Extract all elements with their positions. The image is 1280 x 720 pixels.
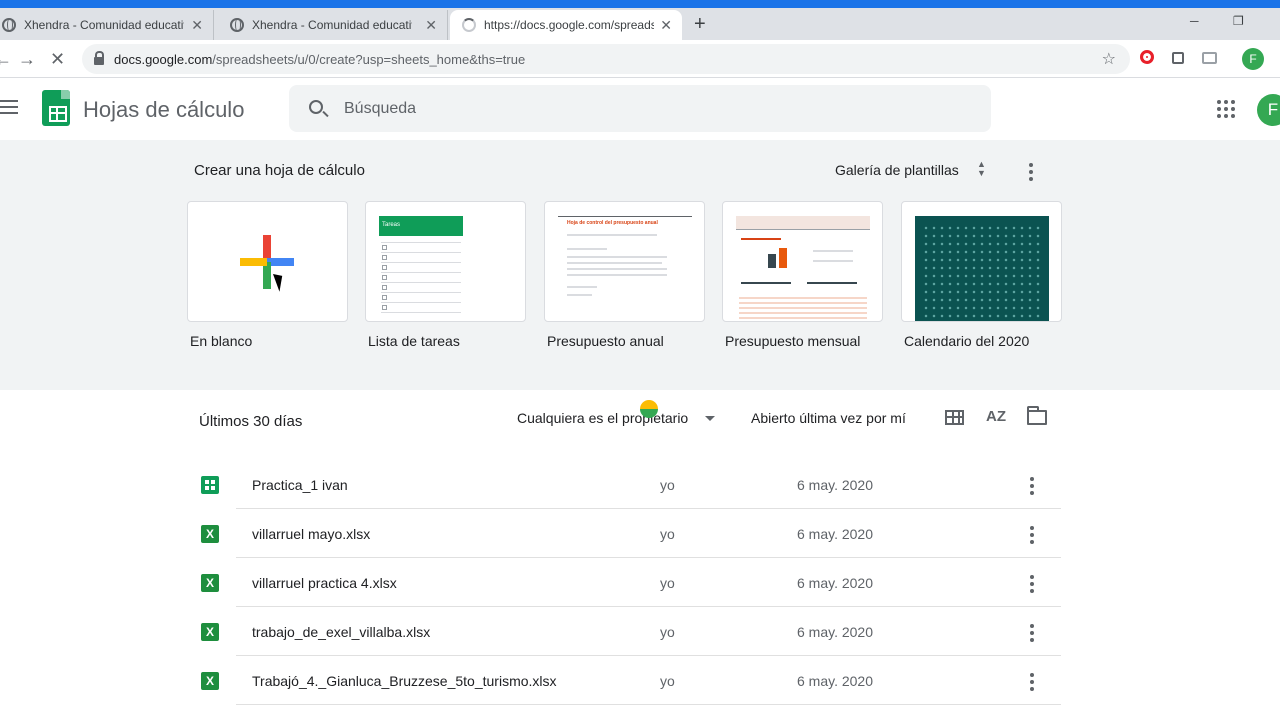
globe-icon bbox=[230, 18, 244, 32]
forward-icon[interactable]: → bbox=[18, 49, 36, 70]
file-row[interactable]: X Trabajó_4._Gianluca_Bruzzese_5to_turis… bbox=[201, 656, 1061, 705]
template-task-list[interactable]: Tareas bbox=[365, 201, 526, 322]
close-icon[interactable]: ✕ bbox=[660, 17, 672, 34]
url-path: /spreadsheets/u/0/create?usp=sheets_home… bbox=[212, 51, 526, 67]
file-more-icon[interactable] bbox=[1030, 673, 1034, 691]
browser-profile-avatar[interactable]: F bbox=[1242, 48, 1264, 70]
file-more-icon[interactable] bbox=[1030, 477, 1034, 495]
sheets-logo-icon[interactable] bbox=[42, 90, 70, 126]
file-row[interactable]: X villarruel practica 4.xlsx yo 6 may. 2… bbox=[201, 558, 1061, 607]
excel-file-icon: X bbox=[201, 574, 219, 592]
search-icon[interactable] bbox=[309, 100, 323, 114]
file-owner: yo bbox=[660, 575, 675, 591]
template-more-icon[interactable] bbox=[1029, 163, 1033, 181]
file-more-icon[interactable] bbox=[1030, 624, 1034, 642]
template-label[interactable]: Calendario del 2020 bbox=[904, 333, 1029, 349]
address-bar[interactable]: docs.google.com /spreadsheets/u/0/create… bbox=[82, 44, 1130, 74]
extension-icon[interactable] bbox=[1172, 52, 1184, 64]
loading-indicator-icon bbox=[640, 400, 658, 418]
browser-tab[interactable]: Xhendra - Comunidad educativa ✕ bbox=[222, 10, 448, 40]
browser-tab-active[interactable]: https://docs.google.com/spreadsheets ✕ bbox=[450, 10, 682, 40]
apps-grid-icon[interactable] bbox=[1217, 100, 1235, 118]
file-name[interactable]: villarruel mayo.xlsx bbox=[252, 526, 370, 542]
excel-file-icon: X bbox=[201, 623, 219, 641]
grid-view-icon[interactable] bbox=[945, 410, 964, 425]
file-more-icon[interactable] bbox=[1030, 526, 1034, 544]
sort-az-icon[interactable]: AZ bbox=[986, 408, 1006, 425]
excel-file-icon: X bbox=[201, 672, 219, 690]
thumb-title: Hoja de control del presupuesto anual bbox=[567, 220, 658, 226]
tab-title: Xhendra - Comunidad educativa bbox=[24, 18, 184, 32]
search-input[interactable] bbox=[344, 85, 944, 132]
file-row[interactable]: Practica_1 ivan yo 6 may. 2020 bbox=[201, 460, 1061, 509]
recent-section-title: Últimos 30 días bbox=[199, 413, 303, 430]
file-name[interactable]: Practica_1 ivan bbox=[252, 477, 348, 493]
search-box[interactable] bbox=[289, 85, 991, 132]
template-label[interactable]: Presupuesto anual bbox=[547, 333, 664, 349]
tab-title: Xhendra - Comunidad educativa bbox=[252, 18, 412, 32]
folder-picker-icon[interactable] bbox=[1027, 406, 1047, 425]
url-host: docs.google.com bbox=[114, 51, 213, 67]
bookmark-star-icon[interactable]: ☆ bbox=[1102, 49, 1116, 69]
browser-tab-bar: Xhendra - Comunidad educativa ✕ Xhendra … bbox=[0, 8, 1280, 40]
sheets-file-icon bbox=[201, 476, 219, 494]
file-name[interactable]: trabajo_de_exel_villalba.xlsx bbox=[252, 624, 430, 640]
minimize-icon[interactable]: ─ bbox=[1190, 14, 1199, 28]
globe-icon bbox=[2, 18, 16, 32]
template-gallery-button[interactable]: Galería de plantillas bbox=[835, 162, 959, 178]
opera-extension-icon[interactable] bbox=[1140, 50, 1154, 64]
file-name[interactable]: villarruel practica 4.xlsx bbox=[252, 575, 397, 591]
excel-file-icon: X bbox=[201, 525, 219, 543]
template-label[interactable]: Lista de tareas bbox=[368, 333, 460, 349]
close-icon[interactable]: ✕ bbox=[425, 17, 437, 34]
restore-icon[interactable]: ❐ bbox=[1233, 14, 1244, 28]
unfold-icon[interactable]: ▲ ▼ bbox=[977, 160, 986, 178]
template-calendar-2020[interactable] bbox=[901, 201, 1062, 322]
file-owner: yo bbox=[660, 624, 675, 640]
main-menu-icon[interactable] bbox=[0, 100, 18, 114]
lock-icon bbox=[94, 51, 104, 65]
app-title[interactable]: Hojas de cálculo bbox=[83, 97, 244, 123]
chevron-down-icon[interactable] bbox=[705, 416, 715, 421]
thumb-title: Tareas bbox=[382, 222, 401, 228]
template-annual-budget[interactable]: Hoja de control del presupuesto anual bbox=[544, 201, 705, 322]
file-owner: yo bbox=[660, 673, 675, 689]
thumb-header: Tareas bbox=[379, 216, 463, 236]
file-date: 6 may. 2020 bbox=[797, 673, 874, 689]
file-name[interactable]: Trabajó_4._Gianluca_Bruzzese_5to_turismo… bbox=[252, 673, 557, 689]
file-date: 6 may. 2020 bbox=[797, 575, 874, 591]
file-owner: yo bbox=[660, 526, 675, 542]
file-date: 6 may. 2020 bbox=[797, 624, 874, 640]
file-more-icon[interactable] bbox=[1030, 575, 1034, 593]
back-icon[interactable]: ← bbox=[0, 49, 12, 70]
loading-spinner-icon bbox=[462, 18, 476, 32]
file-date: 6 may. 2020 bbox=[797, 477, 874, 493]
cast-icon[interactable] bbox=[1202, 52, 1217, 64]
new-tab-button[interactable]: + bbox=[694, 14, 706, 34]
file-owner: yo bbox=[660, 477, 675, 493]
browser-top-strip bbox=[0, 0, 1280, 8]
template-label[interactable]: Presupuesto mensual bbox=[725, 333, 860, 349]
template-label[interactable]: En blanco bbox=[190, 333, 252, 349]
stop-loading-icon[interactable]: ✕ bbox=[50, 49, 65, 70]
tab-title: https://docs.google.com/spreadsheets bbox=[484, 18, 654, 32]
sort-by-button[interactable]: Abierto última vez por mí bbox=[751, 410, 906, 426]
add-plus-icon bbox=[240, 235, 294, 289]
template-section-title: Crear una hoja de cálculo bbox=[194, 162, 365, 179]
close-icon[interactable]: ✕ bbox=[191, 17, 203, 34]
file-row[interactable]: X trabajo_de_exel_villalba.xlsx yo 6 may… bbox=[201, 607, 1061, 656]
owner-filter-dropdown[interactable]: Cualquiera es el propietario bbox=[517, 410, 688, 426]
template-monthly-budget[interactable] bbox=[722, 201, 883, 322]
file-date: 6 may. 2020 bbox=[797, 526, 874, 542]
browser-tab[interactable]: Xhendra - Comunidad educativa ✕ bbox=[0, 10, 214, 40]
file-row[interactable]: X villarruel mayo.xlsx yo 6 may. 2020 bbox=[201, 509, 1061, 558]
